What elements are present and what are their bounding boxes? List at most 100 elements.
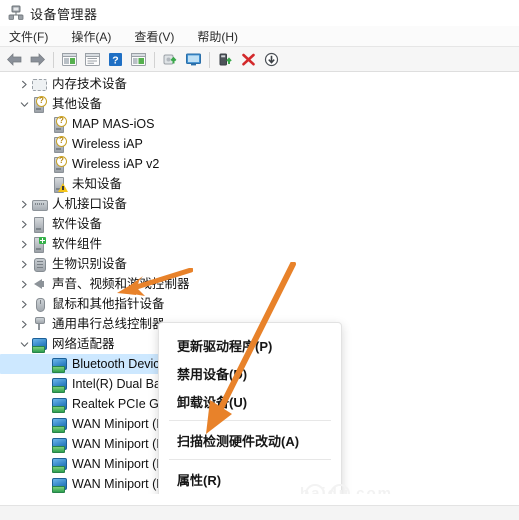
tree-item-label: 声音、视频和游戏控制器 — [52, 277, 190, 291]
chevron-right-icon[interactable] — [18, 314, 31, 334]
network-adapter-icon — [51, 416, 67, 433]
properties-icon[interactable] — [82, 49, 103, 70]
tree-item[interactable]: 鼠标和其他指针设备 — [0, 294, 519, 314]
tree-item-label: 软件设备 — [52, 217, 103, 231]
chevron-placeholder — [38, 354, 51, 374]
context-menu[interactable]: 更新驱动程序(P) 禁用设备(D) 卸载设备(U) 扫描检测硬件改动(A) 属性(R) — [158, 322, 342, 502]
menu-view[interactable]: 查看(V) — [131, 28, 177, 45]
menu-bar: 文件(F) 操作(A) 查看(V) 帮助(H) — [0, 26, 519, 47]
biometric-device-icon — [31, 256, 47, 272]
tree-item[interactable]: 声音、视频和游戏控制器 — [0, 274, 519, 294]
update-driver-icon[interactable] — [160, 49, 181, 70]
chevron-right-icon[interactable] — [18, 294, 31, 314]
enable-device-icon[interactable] — [215, 49, 236, 70]
view-icon[interactable] — [128, 49, 149, 70]
tree-item[interactable]: 内存技术设备 — [0, 74, 519, 94]
tree-item[interactable]: ? MAP MAS-iOS — [0, 114, 519, 134]
chevron-right-icon[interactable] — [18, 214, 31, 234]
other-device-icon: ? — [31, 96, 47, 113]
tree-item[interactable]: 未知设备 — [0, 174, 519, 194]
chevron-right-icon[interactable] — [18, 74, 31, 94]
tree-item-label: 鼠标和其他指针设备 — [52, 297, 165, 311]
tree-item-label: 未知设备 — [72, 177, 123, 191]
title-bar: 设备管理器 — [0, 0, 519, 26]
toolbar-separator-1 — [53, 51, 54, 68]
tree-item[interactable]: 生物识别设备 — [0, 254, 519, 274]
memory-technology-device-icon — [31, 76, 47, 92]
mouse-device-icon — [31, 296, 47, 312]
chevron-placeholder — [38, 434, 51, 454]
status-bar — [0, 505, 519, 520]
ctx-disable-device[interactable]: 禁用设备(D) — [159, 359, 341, 387]
software-component-icon — [31, 236, 47, 253]
chevron-right-icon[interactable] — [18, 194, 31, 214]
network-adapter-icon — [51, 456, 67, 473]
context-menu-item-label: 更新驱动程序(P) — [177, 338, 273, 354]
tree-item-label: 软件组件 — [52, 237, 103, 251]
network-adapter-icon — [51, 356, 67, 373]
tree-bottom-fade — [0, 494, 519, 505]
tree-item-label: 其他设备 — [52, 97, 103, 111]
usb-controller-icon — [31, 316, 47, 332]
network-adapter-icon — [51, 476, 67, 493]
chevron-placeholder — [38, 474, 51, 494]
window-title: 设备管理器 — [30, 6, 98, 22]
context-menu-item-label: 卸载设备(U) — [177, 394, 248, 410]
network-adapter-icon — [51, 436, 67, 453]
menu-file[interactable]: 文件(F) — [6, 28, 51, 45]
menu-help[interactable]: 帮助(H) — [194, 28, 241, 45]
chevron-right-icon[interactable] — [18, 274, 31, 294]
tree-item-label: 通用串行总线控制器 — [52, 317, 165, 331]
ctx-scan-hardware-changes[interactable]: 扫描检测硬件改动(A) — [159, 426, 341, 454]
toolbar-separator-2 — [154, 51, 155, 68]
tree-item-label: 生物识别设备 — [52, 257, 128, 271]
ctx-uninstall-device[interactable]: 卸载设备(U) — [159, 387, 341, 415]
chevron-down-icon[interactable] — [18, 94, 31, 114]
tree-item[interactable]: ? Wireless iAP v2 — [0, 154, 519, 174]
disable-device-icon[interactable] — [261, 49, 282, 70]
menu-action[interactable]: 操作(A) — [68, 28, 114, 45]
context-menu-item-label: 扫描检测硬件改动(A) — [177, 433, 300, 449]
tree-item[interactable]: 软件组件 — [0, 234, 519, 254]
tree-item[interactable]: ? Wireless iAP — [0, 134, 519, 154]
sound-video-game-icon — [31, 276, 47, 292]
chevron-right-icon[interactable] — [18, 234, 31, 254]
tree-item-label: MAP MAS-iOS — [72, 117, 155, 131]
chevron-placeholder — [38, 374, 51, 394]
back-icon[interactable] — [4, 49, 25, 70]
tree-item[interactable]: 人机接口设备 — [0, 194, 519, 214]
chevron-placeholder — [38, 394, 51, 414]
show-hide-console-tree-icon[interactable] — [59, 49, 80, 70]
tree-item[interactable]: ? 其他设备 — [0, 94, 519, 114]
scan-hardware-changes-icon[interactable] — [183, 49, 204, 70]
context-menu-item-label: 属性(R) — [177, 472, 222, 488]
ctx-update-driver[interactable]: 更新驱动程序(P) — [159, 331, 341, 359]
chevron-placeholder — [38, 134, 51, 154]
warning-device-icon — [51, 176, 68, 193]
device-manager-icon — [8, 5, 24, 21]
network-adapter-icon — [51, 376, 67, 393]
tree-item[interactable]: 软件设备 — [0, 214, 519, 234]
chevron-down-icon[interactable] — [18, 334, 31, 354]
svg-text:?: ? — [112, 54, 118, 66]
unknown-device-icon: ? — [51, 156, 67, 173]
hid-device-icon — [31, 196, 48, 212]
tree-item-label: Wireless iAP v2 — [72, 157, 160, 171]
chevron-placeholder — [38, 154, 51, 174]
forward-icon[interactable] — [27, 49, 48, 70]
context-menu-item-label: 禁用设备(D) — [177, 366, 248, 382]
chevron-right-icon[interactable] — [18, 254, 31, 274]
uninstall-device-icon[interactable] — [238, 49, 259, 70]
tree-item-label: 网络适配器 — [52, 337, 115, 351]
software-device-icon — [31, 216, 47, 233]
network-adapter-icon — [51, 396, 67, 413]
toolbar: ? — [0, 47, 519, 72]
chevron-placeholder — [38, 414, 51, 434]
unknown-device-icon: ? — [51, 136, 67, 153]
chevron-placeholder — [38, 174, 51, 194]
help-icon[interactable]: ? — [105, 49, 126, 70]
chevron-placeholder — [38, 114, 51, 134]
tree-item-label: 人机接口设备 — [52, 197, 128, 211]
tree-item-label: Wireless iAP — [72, 137, 143, 151]
toolbar-separator-3 — [209, 51, 210, 68]
